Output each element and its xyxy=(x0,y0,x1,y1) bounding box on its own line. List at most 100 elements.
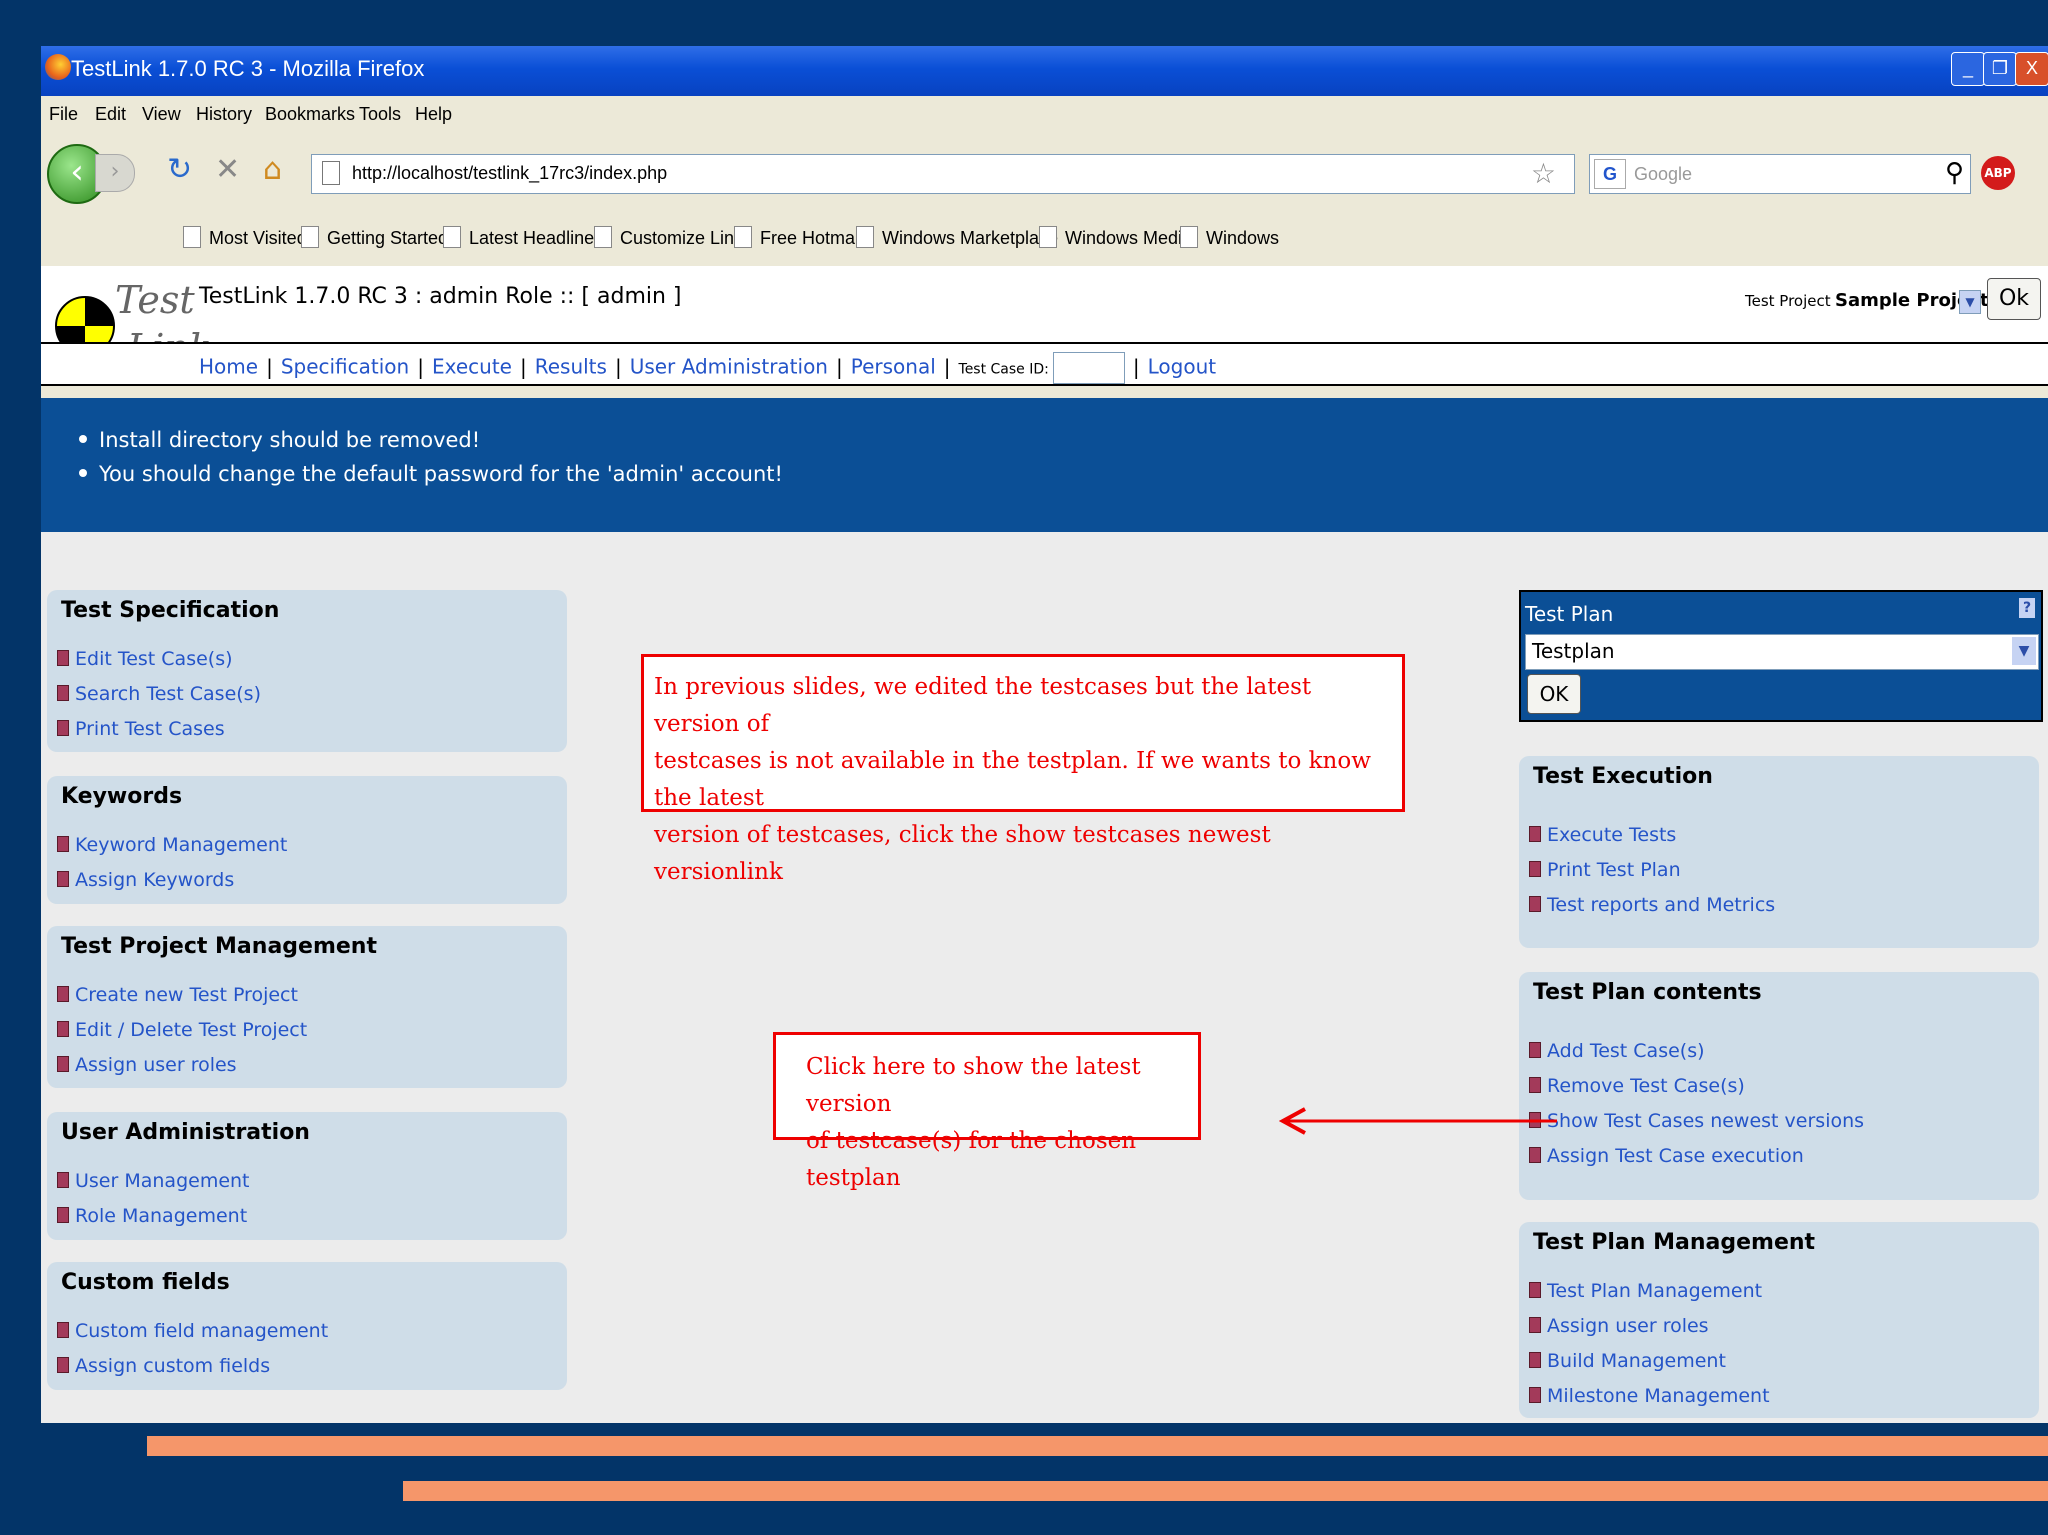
reload-icon[interactable]: ↻ xyxy=(167,152,192,187)
nav-execute[interactable]: Execute xyxy=(432,355,512,379)
link-execute-tests[interactable]: Execute Tests xyxy=(1529,824,1676,846)
link-search-test-cases[interactable]: Search Test Case(s) xyxy=(57,683,261,705)
nav-logout[interactable]: Logout xyxy=(1148,355,1216,379)
link-assign-custom-fields[interactable]: Assign custom fields xyxy=(57,1355,270,1377)
annotation-line: In previous slides, we edited the testca… xyxy=(654,674,1312,737)
home-icon[interactable]: ⌂ xyxy=(263,152,282,187)
forward-button[interactable]: › xyxy=(95,154,135,192)
link-role-management[interactable]: Role Management xyxy=(57,1205,247,1227)
bookmark-windows-marketplace[interactable]: Windows Marketplace xyxy=(856,226,1058,249)
link-custom-field-management[interactable]: Custom field management xyxy=(57,1320,328,1342)
bookmark-getting-started[interactable]: Getting Started xyxy=(301,226,448,249)
nav-user-administration[interactable]: User Administration xyxy=(630,355,828,379)
testcase-id-label: Test Case ID: xyxy=(958,361,1049,378)
link-print-test-cases[interactable]: Print Test Cases xyxy=(57,718,225,740)
address-bar[interactable]: http://localhost/testlink_17rc3/index.ph… xyxy=(311,154,1575,194)
google-icon[interactable]: G xyxy=(1594,159,1626,189)
menu-tools[interactable]: Tools xyxy=(359,104,401,125)
project-ok-button[interactable]: Ok xyxy=(1987,278,2041,320)
close-button[interactable]: X xyxy=(2015,52,2048,86)
test-plan-select[interactable]: Testplan ▼ xyxy=(1525,634,2039,670)
nav-specification[interactable]: Specification xyxy=(281,355,409,379)
panel-title: Test Plan contents xyxy=(1533,980,1762,1005)
page-icon xyxy=(322,161,340,185)
warning-item: Install directory should be removed! xyxy=(79,428,783,452)
maximize-button[interactable]: ❐ xyxy=(1983,52,2017,86)
window-title: TestLink 1.7.0 RC 3 - Mozilla Firefox xyxy=(71,56,425,81)
annotation-line: testcases is not available in the testpl… xyxy=(654,748,1371,811)
stop-icon[interactable]: ✕ xyxy=(215,152,240,187)
nav-personal[interactable]: Personal xyxy=(851,355,936,379)
page-icon xyxy=(734,226,752,248)
chevron-down-icon[interactable]: ▼ xyxy=(1959,290,1981,314)
warning-banner: Install directory should be removed! You… xyxy=(41,398,2048,532)
menu-history[interactable]: History xyxy=(196,104,252,125)
page-icon xyxy=(1039,226,1057,248)
menu-help[interactable]: Help xyxy=(415,104,452,125)
panel-user-administration: User Administration User Management Role… xyxy=(47,1112,567,1240)
bookmark-star-icon[interactable]: ☆ xyxy=(1531,157,1556,190)
link-edit-delete-test-project[interactable]: Edit / Delete Test Project xyxy=(57,1019,307,1041)
logo-word-test: Test xyxy=(115,278,195,322)
panel-title: Test Execution xyxy=(1533,764,1713,789)
bookmark-windows[interactable]: Windows xyxy=(1180,226,1279,249)
link-remove-test-cases[interactable]: Remove Test Case(s) xyxy=(1529,1075,1745,1097)
testcase-id-input[interactable] xyxy=(1052,352,1125,384)
help-icon[interactable]: ? xyxy=(2019,598,2035,618)
page-icon xyxy=(1180,226,1198,248)
menu-bar: File Edit View History Bookmarks Tools H… xyxy=(41,96,2048,134)
link-milestone-management[interactable]: Milestone Management xyxy=(1529,1385,1770,1407)
panel-title: Keywords xyxy=(61,784,183,809)
menu-edit[interactable]: Edit xyxy=(95,104,126,125)
bookmark-most-visited[interactable]: Most Visited xyxy=(183,226,307,249)
bookmark-customize-links[interactable]: Customize Links xyxy=(594,226,752,249)
navigation-toolbar: ‹ › ↻ ✕ ⌂ http://localhost/testlink_17rc… xyxy=(41,134,2048,208)
testlink-title: TestLink 1.7.0 RC 3 : admin Role :: [ ad… xyxy=(199,284,682,309)
bookmark-latest-headlines[interactable]: Latest Headlines xyxy=(443,226,603,249)
bookmark-label: Most Visited xyxy=(209,228,307,248)
bookmark-free-hotmail[interactable]: Free Hotmail xyxy=(734,226,863,249)
link-test-plan-management[interactable]: Test Plan Management xyxy=(1529,1280,1762,1302)
annotation-line: of testcase(s) for the chosen testplan xyxy=(806,1128,1137,1191)
link-build-management[interactable]: Build Management xyxy=(1529,1350,1726,1372)
menu-file[interactable]: File xyxy=(49,104,78,125)
panel-title: User Administration xyxy=(61,1120,310,1145)
bookmark-label: Latest Headlines xyxy=(469,228,604,248)
link-assign-user-roles[interactable]: Assign user roles xyxy=(57,1054,237,1076)
bookmark-label: Windows xyxy=(1206,228,1280,248)
link-keyword-management[interactable]: Keyword Management xyxy=(57,834,287,856)
bookmark-icon xyxy=(183,226,201,248)
link-assign-test-case-execution[interactable]: Assign Test Case execution xyxy=(1529,1145,1804,1167)
title-bar: TestLink 1.7.0 RC 3 - Mozilla Firefox _ … xyxy=(41,46,2048,96)
minimize-button[interactable]: _ xyxy=(1951,52,1985,86)
firefox-icon xyxy=(45,54,71,80)
annotation-line: Click here to show the latest version xyxy=(806,1054,1141,1117)
panel-title: Test Specification xyxy=(61,598,280,623)
link-user-management[interactable]: User Management xyxy=(57,1170,250,1192)
link-print-test-plan[interactable]: Print Test Plan xyxy=(1529,859,1681,881)
nav-results[interactable]: Results xyxy=(535,355,607,379)
panel-test-project-management: Test Project Management Create new Test … xyxy=(47,926,567,1088)
search-icon[interactable]: ⚲ xyxy=(1945,157,1964,188)
search-box[interactable]: G Google ⚲ xyxy=(1589,154,1971,194)
link-add-test-cases[interactable]: Add Test Case(s) xyxy=(1529,1040,1705,1062)
link-assign-user-roles[interactable]: Assign user roles xyxy=(1529,1315,1709,1337)
link-test-reports-metrics[interactable]: Test reports and Metrics xyxy=(1529,894,1775,916)
annotation-note-previous-slides: In previous slides, we edited the testca… xyxy=(641,654,1405,885)
panel-test-specification: Test Specification Edit Test Case(s) Sea… xyxy=(47,590,567,752)
bookmark-windows-media[interactable]: Windows Media xyxy=(1039,226,1192,249)
link-show-newest-versions[interactable]: Show Test Cases newest versions xyxy=(1529,1110,1864,1132)
test-plan-chooser: Test Plan ? Testplan ▼ OK xyxy=(1519,590,2043,722)
chevron-down-icon[interactable]: ▼ xyxy=(2012,637,2036,665)
adblock-icon[interactable]: ABP xyxy=(1981,156,2015,190)
link-assign-keywords[interactable]: Assign Keywords xyxy=(57,869,234,891)
menu-view[interactable]: View xyxy=(142,104,181,125)
link-create-test-project[interactable]: Create new Test Project xyxy=(57,984,298,1006)
bookmark-label: Customize Links xyxy=(620,228,753,248)
panel-title: Test Plan Management xyxy=(1533,1230,1816,1255)
menu-bookmarks[interactable]: Bookmarks xyxy=(265,104,355,125)
test-plan-ok-button[interactable]: OK xyxy=(1527,674,1581,714)
nav-home[interactable]: Home xyxy=(199,355,258,379)
link-edit-test-cases[interactable]: Edit Test Case(s) xyxy=(57,648,233,670)
annotation-note-click-here: Click here to show the latest version of… xyxy=(773,1032,1201,1191)
